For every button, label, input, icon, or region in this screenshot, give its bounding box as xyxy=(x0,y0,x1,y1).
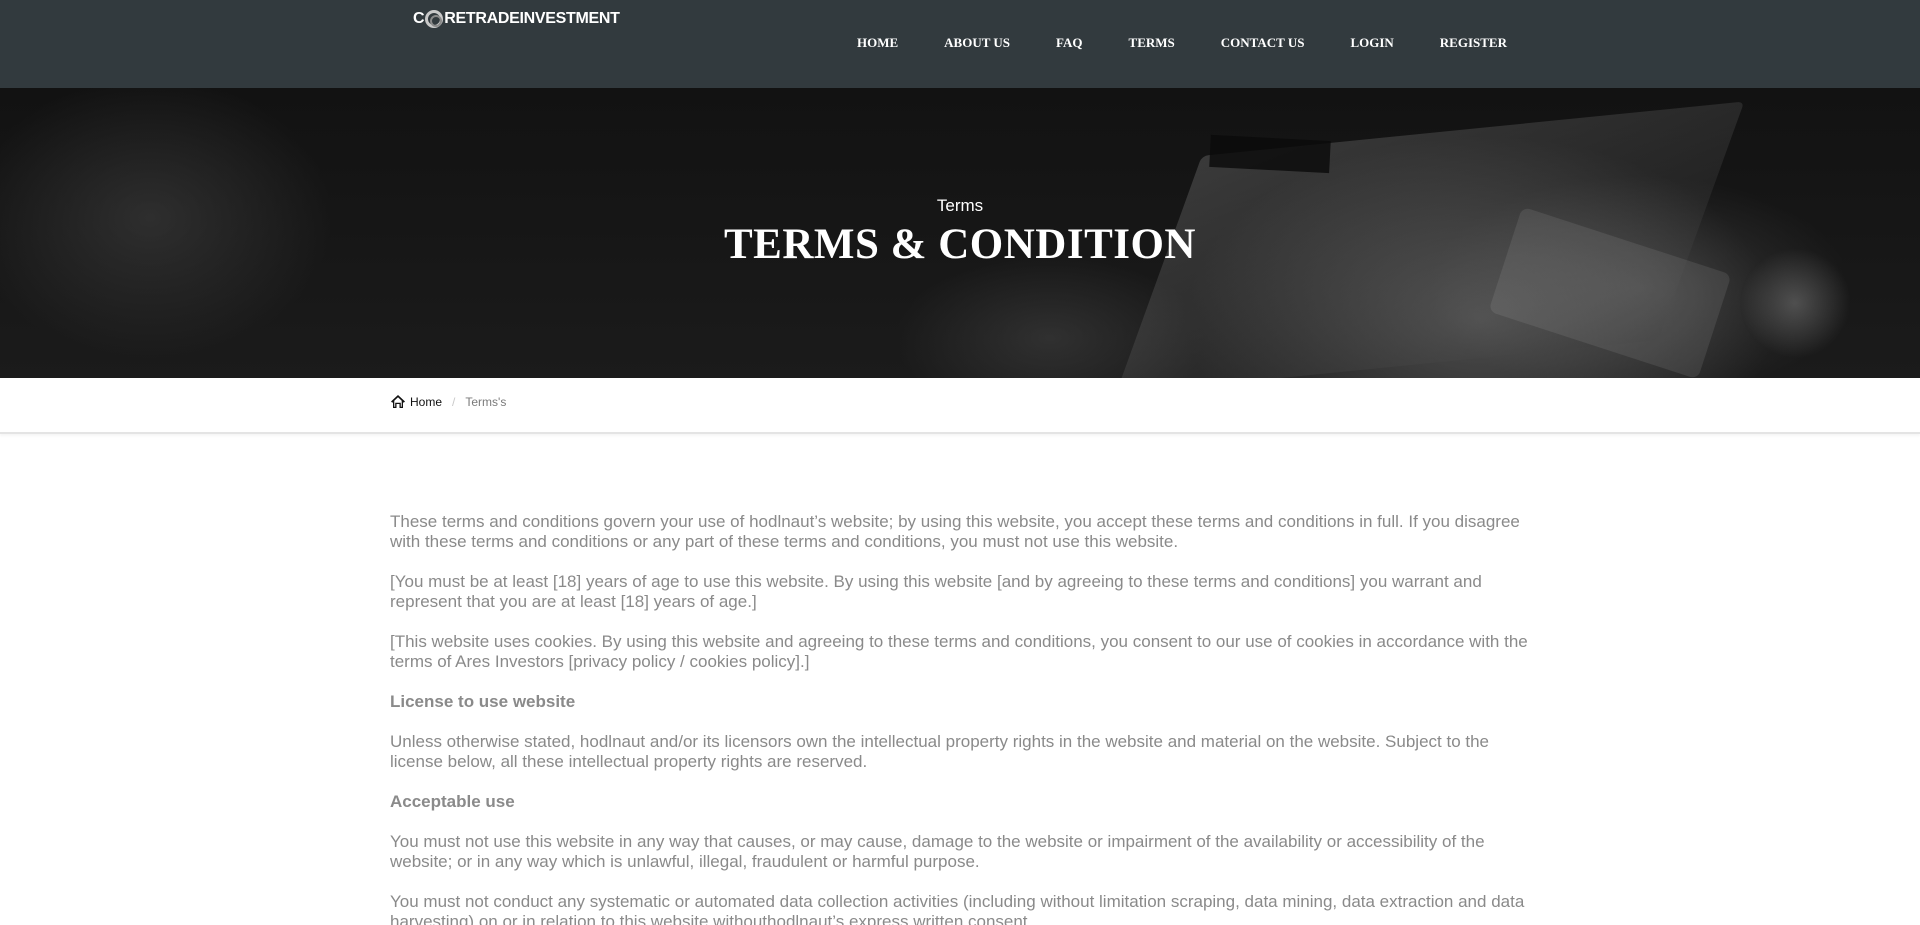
breadcrumb-separator: / xyxy=(452,394,456,409)
hero-banner: Terms TERMS & CONDITION xyxy=(0,88,1920,378)
main-nav: HOME ABOUT US FAQ TERMS CONTACT US LOGIN… xyxy=(834,0,1507,88)
page-title: TERMS & CONDITION xyxy=(724,221,1196,268)
terms-paragraph: You must not conduct any systematic or a… xyxy=(390,892,1525,925)
terms-paragraph: You must not use this website in any way… xyxy=(390,832,1485,871)
section-heading-license: License to use website xyxy=(390,692,576,711)
logo-ring-icon xyxy=(425,10,444,28)
terms-paragraph: [You must be at least [18] years of age … xyxy=(390,572,1482,611)
breadcrumb: Home / Terms's xyxy=(390,394,506,409)
nav-contact-us[interactable]: CONTACT US xyxy=(1221,33,1305,53)
terms-content: These terms and conditions govern your u… xyxy=(390,512,1530,925)
section-heading-acceptable-use: Acceptable use xyxy=(390,792,515,811)
breadcrumb-home-link[interactable]: Home xyxy=(390,394,442,409)
breadcrumb-current: Terms's xyxy=(465,394,507,409)
logo-letter: C xyxy=(413,10,425,27)
terms-paragraph: Unless otherwise stated, hodlnaut and/or… xyxy=(390,732,1489,771)
breadcrumb-bar: Home / Terms's xyxy=(0,378,1920,434)
logo-text: RETRADEINVESTMENT xyxy=(444,10,620,27)
nav-about-us[interactable]: ABOUT US xyxy=(944,33,1010,53)
nav-register[interactable]: REGISTER xyxy=(1440,33,1507,53)
home-icon xyxy=(391,395,405,408)
terms-paragraph: [This website uses cookies. By using thi… xyxy=(390,632,1528,671)
hero-background-card xyxy=(1209,134,1331,174)
nav-terms[interactable]: TERMS xyxy=(1129,33,1175,53)
nav-home[interactable]: HOME xyxy=(857,33,898,53)
nav-login[interactable]: LOGIN xyxy=(1350,33,1393,53)
nav-faq[interactable]: FAQ xyxy=(1056,33,1082,53)
hero-subtitle: Terms xyxy=(936,196,984,215)
site-logo[interactable]: C RETRADEINVESTMENT xyxy=(413,8,620,30)
terms-paragraph: These terms and conditions govern your u… xyxy=(390,512,1520,551)
breadcrumb-home-label: Home xyxy=(410,394,443,409)
top-navigation-bar: C RETRADEINVESTMENT HOME ABOUT US FAQ TE… xyxy=(0,0,1920,88)
